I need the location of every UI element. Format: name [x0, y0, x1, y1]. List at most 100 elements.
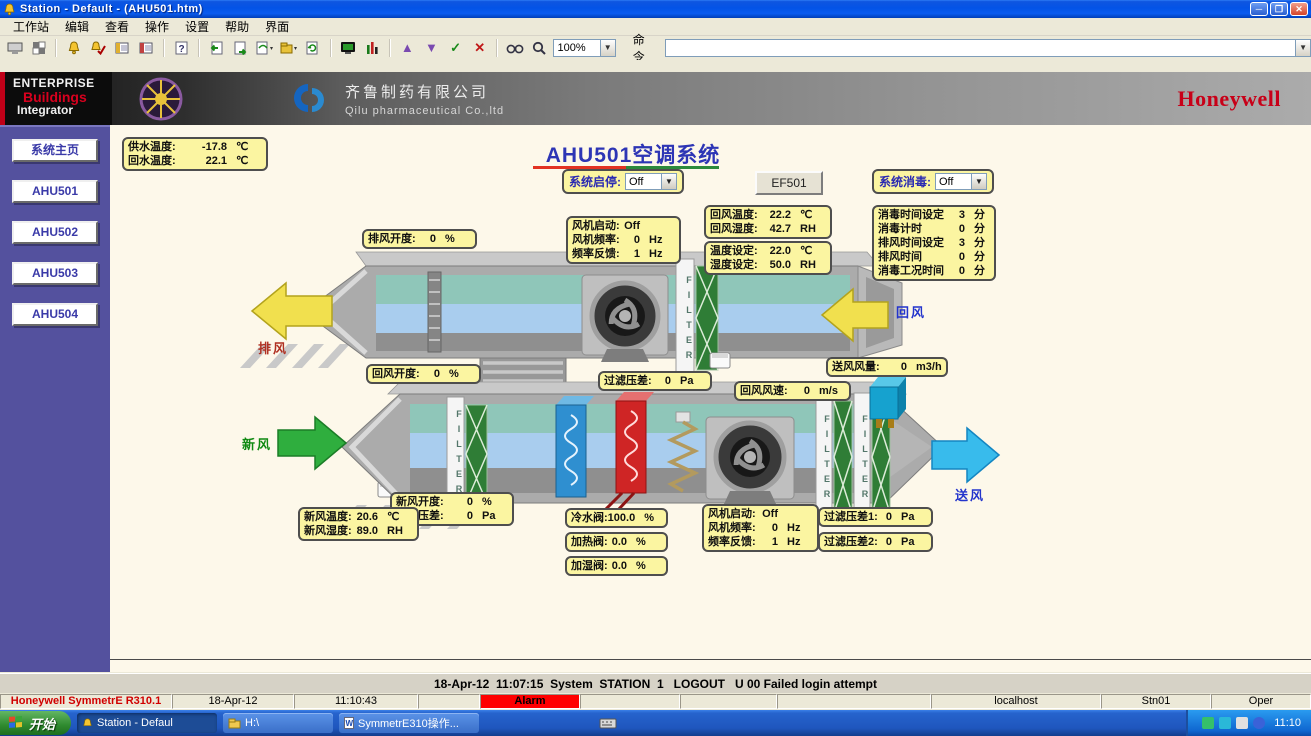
- chevron-down-icon[interactable]: ▼: [1295, 40, 1310, 56]
- param-unit: ℃: [800, 208, 826, 222]
- graphic-canvas: FILTER FILTER FILTER FILTER 排风 回风 新风 送风 …: [110, 125, 1311, 672]
- chilled-valve-box[interactable]: 冷水阀:100.0%: [565, 508, 668, 528]
- system-start-control: 系统启停: Off ▼: [562, 169, 684, 194]
- zoom-find-icon[interactable]: [528, 38, 549, 58]
- water-temp-box[interactable]: 供水温度:-17.8℃回水温度:22.1℃: [122, 137, 268, 171]
- exhaust-fan-box[interactable]: 风机启动:Off风机频率:0Hz频率反馈:1Hz: [566, 216, 681, 264]
- menu-action[interactable]: 操作: [138, 17, 176, 36]
- event-summary-icon[interactable]: [112, 38, 133, 58]
- page-forward-icon[interactable]: [230, 38, 251, 58]
- status-bar: Honeywell SymmetrE R310.1 18-Apr-12 11:1…: [0, 693, 1311, 710]
- alarm-ack-icon[interactable]: [87, 38, 108, 58]
- disinfect-select[interactable]: Off ▼: [935, 173, 987, 190]
- toolbar-separator: [163, 39, 165, 57]
- exhaust-damper-box[interactable]: 排风开度:0%: [362, 229, 477, 249]
- help-page-icon[interactable]: ?: [171, 38, 192, 58]
- tray-icon-teal[interactable]: [1219, 717, 1231, 729]
- filter-dp1-box[interactable]: 过滤压差1:0Pa: [818, 507, 933, 527]
- menu-view[interactable]: 查看: [98, 17, 136, 36]
- param-row: 风机启动:Off: [708, 507, 813, 521]
- task-document[interactable]: W SymmetrE310操作...: [339, 713, 479, 733]
- display-grid-icon[interactable]: [28, 38, 49, 58]
- chevron-down-icon[interactable]: ▼: [661, 174, 676, 189]
- filter-dp-mid-box[interactable]: 过滤压差:0Pa: [598, 371, 712, 391]
- return-air-box[interactable]: 回风温度:22.2℃回风湿度:42.7RH: [704, 205, 832, 239]
- svg-text:W: W: [346, 719, 354, 728]
- system-start-select[interactable]: Off ▼: [625, 173, 677, 190]
- param-label: 频率反馈:: [708, 535, 756, 549]
- accept-icon[interactable]: ✓: [445, 38, 466, 58]
- param-unit: %: [636, 535, 662, 549]
- refresh-page-icon[interactable]: [302, 38, 323, 58]
- lower-icon[interactable]: ▼: [421, 38, 442, 58]
- menu-configure[interactable]: 设置: [178, 17, 216, 36]
- close-button[interactable]: ✕: [1290, 2, 1308, 16]
- sidebar-item-ahu503[interactable]: AHU503: [12, 262, 98, 285]
- keyboard-tray-icon[interactable]: [599, 717, 617, 729]
- alarm-bell-icon[interactable]: [63, 38, 84, 58]
- param-row: 频率反馈:1Hz: [708, 535, 813, 549]
- message-summary-icon[interactable]: [136, 38, 157, 58]
- param-row: 风机启动:Off: [572, 219, 675, 233]
- sidebar-item-ahu501[interactable]: AHU501: [12, 180, 98, 203]
- tray-icon-blue[interactable]: [1253, 717, 1265, 729]
- tray-icon-gray[interactable]: [1236, 717, 1248, 729]
- disinfect-control: 系统消毒: Off ▼: [872, 169, 994, 194]
- param-label: 回风开度:: [372, 367, 420, 381]
- sidebar-item-ahu504[interactable]: AHU504: [12, 303, 98, 326]
- supply-flow-box[interactable]: 送风风量:0m3/h: [826, 357, 948, 377]
- supply-fan-box[interactable]: 风机启动:Off风机频率:0Hz频率反馈:1Hz: [702, 504, 819, 552]
- setpoint-box[interactable]: 温度设定:22.0℃湿度设定:50.0RH: [704, 241, 832, 275]
- menu-workstation[interactable]: 工作站: [6, 17, 56, 36]
- status-empty: [777, 694, 931, 709]
- param-label: 频率反馈:: [572, 247, 620, 261]
- heating-valve-box[interactable]: 加热阀:0.0%: [565, 532, 668, 552]
- return-damper-box[interactable]: 回风开度:0%: [366, 364, 481, 384]
- command-combobox[interactable]: ▼: [665, 39, 1311, 57]
- sidebar-item-ahu502[interactable]: AHU502: [12, 221, 98, 244]
- param-label: 过滤压差:: [604, 374, 652, 388]
- param-unit: RH: [800, 258, 826, 272]
- filter-dp2-box[interactable]: 过滤压差2:0Pa: [818, 532, 933, 552]
- param-row: 排风时间设定3分: [878, 236, 990, 250]
- param-unit: m/s: [819, 384, 845, 398]
- monitor-icon[interactable]: [338, 38, 359, 58]
- restore-button[interactable]: ❐: [1270, 2, 1288, 16]
- menu-page[interactable]: 界面: [258, 17, 296, 36]
- page-recall-icon[interactable]: [254, 38, 275, 58]
- task-station[interactable]: Station - Defaul: [77, 713, 217, 733]
- chevron-down-icon[interactable]: ▼: [600, 40, 615, 56]
- humidify-valve-box[interactable]: 加湿阀:0.0%: [565, 556, 668, 576]
- menu-help[interactable]: 帮助: [218, 17, 256, 36]
- param-row: 消毒工况时间0分: [878, 264, 990, 278]
- zoom-combobox[interactable]: 100% ▼: [553, 39, 616, 57]
- task-explorer[interactable]: H:\: [223, 713, 333, 733]
- sidebar-item-home[interactable]: 系统主页: [12, 139, 98, 162]
- param-row: 排风开度:0%: [368, 232, 471, 246]
- page-back-icon[interactable]: [206, 38, 227, 58]
- param-row: 加湿阀:0.0%: [571, 559, 662, 573]
- station-window: Station - Default - (AHU501.htm) ─ ❐ ✕ 工…: [0, 0, 1311, 736]
- param-unit: RH: [800, 222, 826, 236]
- minimize-button[interactable]: ─: [1250, 2, 1268, 16]
- station-icon[interactable]: [4, 38, 25, 58]
- favorites-icon[interactable]: [278, 38, 299, 58]
- tray-icon-green[interactable]: [1202, 717, 1214, 729]
- cancel-icon[interactable]: ✕: [469, 38, 490, 58]
- return-velocity-box[interactable]: 回风风速:0m/s: [734, 381, 851, 401]
- chevron-down-icon[interactable]: ▼: [971, 174, 986, 189]
- ef501-button[interactable]: EF501: [755, 171, 823, 195]
- param-row: 频率反馈:1Hz: [572, 247, 675, 261]
- status-alarm-indicator[interactable]: Alarm: [480, 694, 580, 709]
- disinfect-times-box[interactable]: 消毒时间设定3分消毒计时0分排风时间设定3分排风时间0分消毒工况时间0分: [872, 205, 996, 281]
- param-value: 0: [634, 233, 649, 247]
- trend-bars-icon[interactable]: [362, 38, 383, 58]
- system-tray: 11:10: [1186, 710, 1311, 736]
- menu-edit[interactable]: 编辑: [58, 17, 96, 36]
- param-label: 风机启动:: [572, 219, 620, 233]
- start-button[interactable]: 开始: [0, 711, 71, 735]
- raise-icon[interactable]: ▲: [397, 38, 418, 58]
- search-glasses-icon[interactable]: [504, 38, 525, 58]
- fresh-air-box[interactable]: 新风温度:20.6℃新风湿度:89.0RH: [298, 507, 419, 541]
- param-row: 湿度设定:50.0RH: [710, 258, 826, 272]
